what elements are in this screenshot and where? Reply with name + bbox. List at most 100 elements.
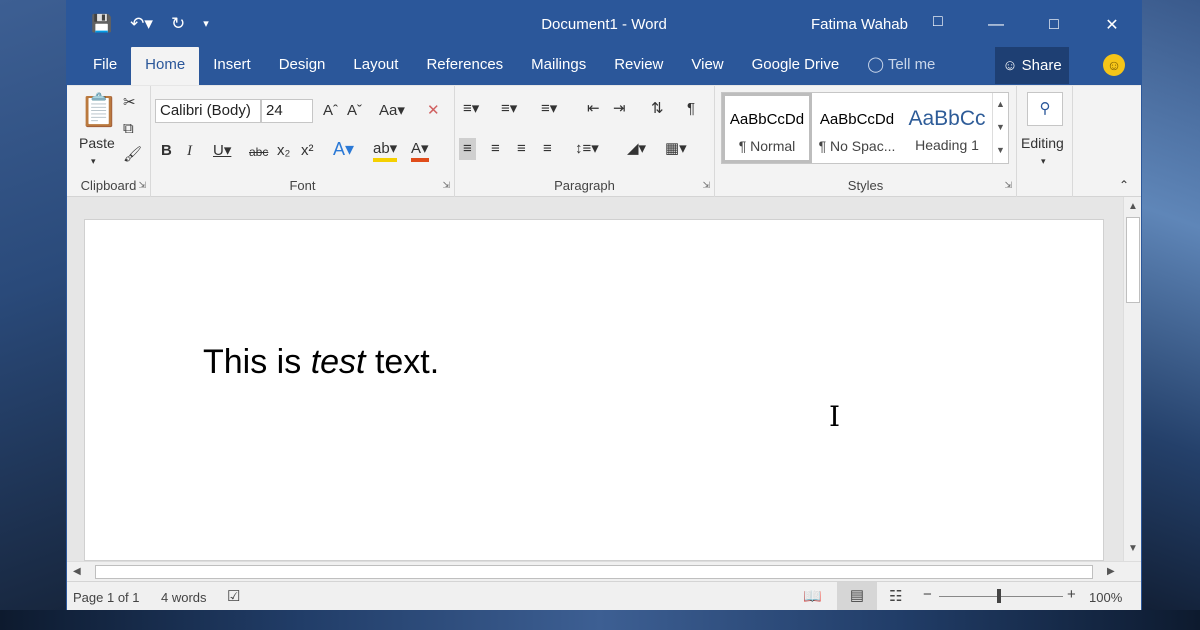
tab-mailings[interactable]: Mailings [517,47,600,85]
clear-formatting-icon[interactable]: ✕ [427,102,440,120]
page-count[interactable]: Page 1 of 1 [73,590,140,605]
editing-label[interactable]: Editing [1021,134,1064,152]
bold-icon[interactable]: B [161,142,172,160]
grow-font-icon[interactable]: Aˆ [323,102,338,120]
vertical-scrollbar[interactable]: ▲ ▼ [1123,197,1141,561]
word-count[interactable]: 4 words [161,590,207,605]
tab-tell-me[interactable]: ◯ Tell me [853,47,949,85]
shading-icon[interactable]: ◢▾ [627,140,646,158]
tab-view[interactable]: View [677,47,737,85]
subscript-icon[interactable]: x₂ [277,142,290,160]
document-page[interactable]: This is test text. I [84,219,1104,561]
vertical-scroll-thumb[interactable] [1126,217,1140,303]
scroll-up-icon[interactable]: ▲ [1128,201,1138,212]
align-right-icon[interactable]: ≡ [517,140,526,158]
scroll-down-icon[interactable]: ▼ [1128,543,1138,554]
text-normal-1: This is [203,343,311,381]
styles-gallery: AaBbCcDd ¶ Normal AaBbCcDd ¶ No Spac... … [721,92,1009,164]
bullets-icon[interactable]: ≡▾ [463,100,479,118]
numbering-icon[interactable]: ≡▾ [501,100,517,118]
horizontal-scrollbar[interactable]: ◀ ▶ [67,561,1141,581]
highlight-color-icon[interactable]: ab▾ [373,140,398,162]
user-name[interactable]: Fatima Wahab [811,16,908,33]
italic-icon[interactable]: I [187,142,192,160]
underline-icon[interactable]: U▾ [213,142,231,160]
scroll-left-icon[interactable]: ◀ [73,566,81,577]
show-formatting-icon[interactable]: ¶ [687,100,695,118]
line-spacing-icon[interactable]: ↕≡▾ [575,140,599,158]
document-text[interactable]: This is test text. [203,343,439,382]
font-color-icon[interactable]: A▾ [411,140,429,162]
collapse-ribbon-icon[interactable]: ⌃ [1119,176,1129,194]
feedback-smiley-icon[interactable]: ☺ [1103,54,1125,76]
change-case-button[interactable]: Aa▾ [379,102,405,120]
format-painter-icon[interactable]: 🖌 [123,146,142,164]
style-no-spacing[interactable]: AaBbCcDd ¶ No Spac... [812,93,902,163]
tab-layout[interactable]: Layout [339,47,412,85]
paragraph-group-label: Paragraph [554,178,615,193]
group-clipboard: 📋 Paste ▾ ✂ ⧉ 🖌 Clipboard ⇲ [67,86,151,197]
multilevel-list-icon[interactable]: ≡▾ [541,100,557,118]
editing-dropdown-icon[interactable]: ▾ [1041,152,1046,170]
font-size-box[interactable]: 24 [261,99,313,123]
decrease-indent-icon[interactable]: ⇤ [587,100,600,118]
strikethrough-icon[interactable]: abc [249,143,268,161]
tab-file[interactable]: File [79,47,131,85]
styles-scroll[interactable]: ▲ ▼ ▼ [992,93,1008,163]
tab-design[interactable]: Design [265,47,340,85]
cut-icon[interactable]: ✂ [123,94,136,112]
zoom-out-icon[interactable]: − [923,586,932,603]
group-paragraph: ≡▾ ≡▾ ≡▾ ⇤ ⇥ ⇅ ¶ ≡ ≡ ≡ ≡ ↕≡▾ ◢▾ ▦▾ Parag… [455,86,715,197]
tab-references[interactable]: References [412,47,517,85]
paste-label[interactable]: Paste [79,134,115,152]
zoom-in-icon[interactable]: + [1067,586,1076,603]
styles-group-label: Styles [847,178,884,193]
minimize-icon[interactable]: — [967,1,1025,48]
zoom-level[interactable]: 100% [1089,590,1122,605]
find-icon[interactable]: ⚲ [1027,92,1063,126]
paste-icon[interactable]: 📋 [79,92,119,128]
borders-icon[interactable]: ▦▾ [665,140,687,158]
maximize-icon[interactable]: □ [1025,1,1083,48]
align-left-icon[interactable]: ≡ [459,138,476,160]
tab-google-drive[interactable]: Google Drive [738,47,854,85]
text-cursor-icon: I [829,400,841,433]
tab-insert[interactable]: Insert [199,47,265,85]
superscript-icon[interactable]: x² [301,142,314,160]
increase-indent-icon[interactable]: ⇥ [613,100,626,118]
scroll-right-icon[interactable]: ▶ [1107,566,1115,577]
style-no-spacing-preview: AaBbCcDd [819,111,895,128]
web-layout-icon[interactable]: ☷ [889,587,902,605]
align-center-icon[interactable]: ≡ [491,140,500,158]
paste-dropdown-icon[interactable]: ▾ [91,152,96,170]
paragraph-launcher-icon[interactable]: ⇲ [702,180,710,191]
proofing-icon[interactable]: ☑ [227,587,240,605]
text-effects-icon[interactable]: A▾ [333,140,354,158]
print-layout-icon[interactable]: ▤ [837,582,877,610]
close-icon[interactable]: ✕ [1083,1,1141,48]
status-bar: Page 1 of 1 4 words ☑ 📖 ▤ ☷ − + 100% [67,581,1141,610]
sort-icon[interactable]: ⇅ [651,100,664,118]
justify-icon[interactable]: ≡ [543,140,552,158]
horizontal-scroll-thumb[interactable] [95,565,1093,579]
zoom-slider-thumb[interactable] [997,589,1001,603]
style-normal-preview: AaBbCcDd [729,111,805,128]
font-launcher-icon[interactable]: ⇲ [442,180,450,191]
share-button[interactable]: ☺ Share [995,47,1069,84]
tab-home[interactable]: Home [131,47,200,85]
read-mode-icon[interactable]: 📖 [803,587,822,605]
styles-launcher-icon[interactable]: ⇲ [1004,180,1012,191]
zoom-slider[interactable] [939,596,1063,597]
clipboard-launcher-icon[interactable]: ⇲ [138,180,146,191]
tab-review[interactable]: Review [600,47,677,85]
font-name-box[interactable]: Calibri (Body) [155,99,261,123]
title-bar: 💾 ↶▾ ↻ ▾ Document1 - Word Fatima Wahab □… [67,1,1141,48]
style-heading-1[interactable]: AaBbCc Heading 1 [902,93,992,163]
text-normal-2: text. [365,343,440,381]
copy-icon[interactable]: ⧉ [123,120,134,138]
style-normal[interactable]: AaBbCcDd ¶ Normal [722,93,812,163]
group-editing: ⚲ Editing ▾ [1017,86,1073,197]
shrink-font-icon[interactable]: Aˇ [347,102,362,120]
tell-me-label: Tell me [887,56,936,73]
ribbon-display-options-icon[interactable]: □ [933,13,943,31]
